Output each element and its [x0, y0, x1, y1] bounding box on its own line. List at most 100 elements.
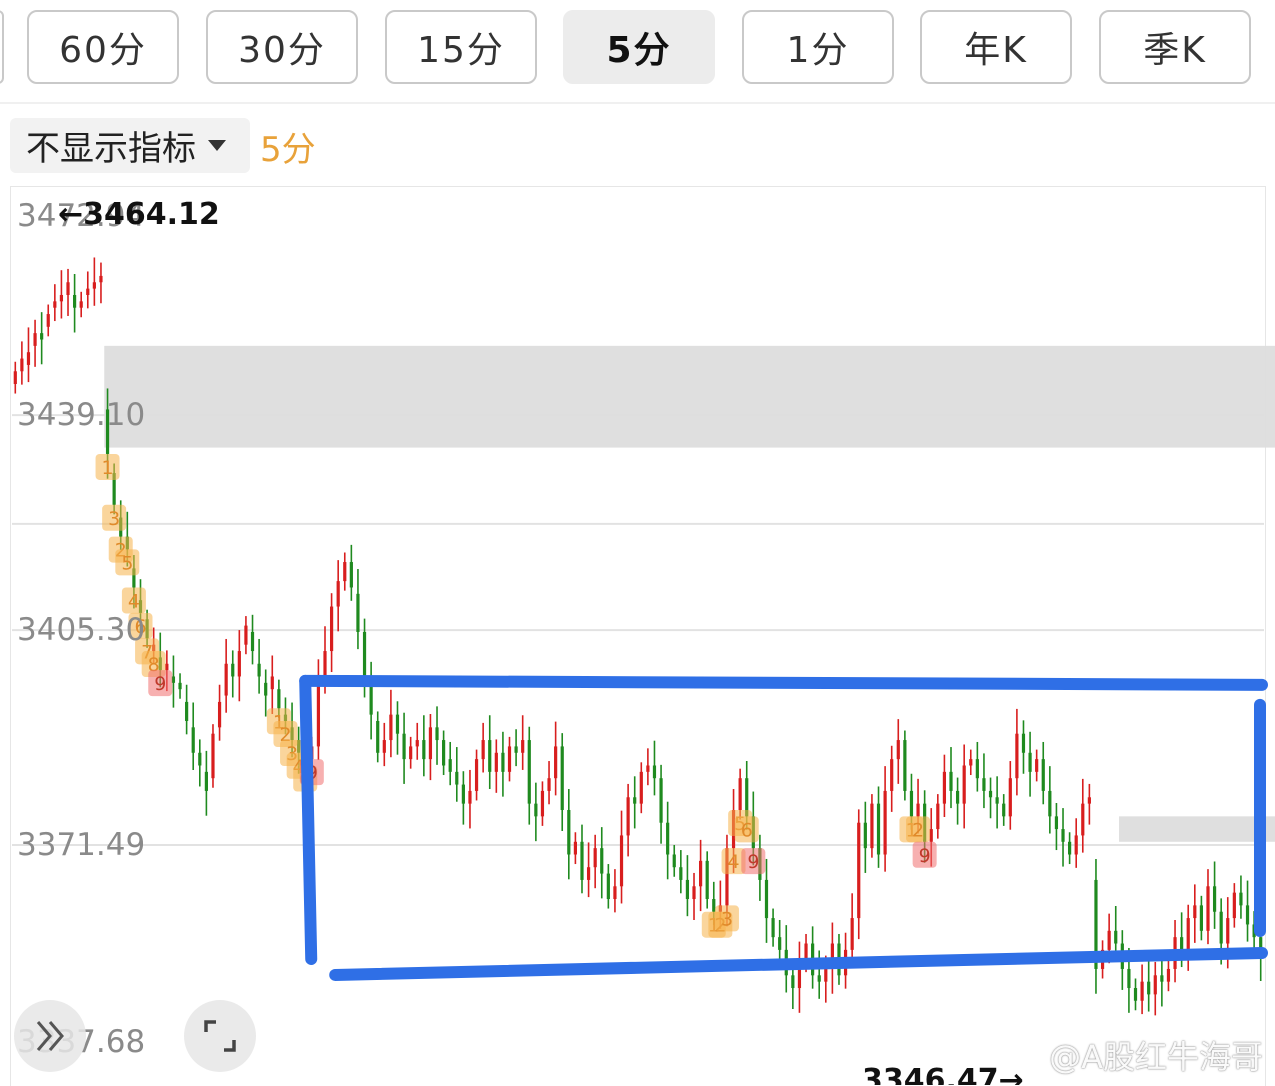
candle-down — [461, 771, 465, 825]
candle-up — [99, 262, 103, 304]
candle-body — [376, 720, 380, 753]
candle-body — [1048, 790, 1052, 817]
candle-body — [929, 829, 933, 842]
td-marker-label: 6 — [741, 819, 753, 841]
candle-body — [198, 752, 202, 766]
candle-body — [1035, 759, 1039, 772]
candle-down — [501, 731, 505, 797]
candle-body — [277, 689, 281, 709]
candle-down — [1021, 720, 1026, 774]
candle-body — [560, 746, 564, 810]
candle-body — [264, 682, 268, 696]
candle-body — [521, 740, 525, 753]
td-marker-label: 9 — [919, 845, 931, 867]
td-marker-label: 4 — [728, 851, 740, 873]
candle-body — [481, 740, 485, 760]
candle-down — [402, 712, 406, 784]
candle-body — [343, 562, 347, 582]
candle-body — [699, 860, 703, 887]
candle-body — [73, 294, 77, 308]
y-tick-label: 3439.10 — [17, 397, 145, 433]
candle-body — [428, 727, 433, 760]
candle-up — [468, 769, 472, 829]
candle-body — [883, 790, 887, 855]
candle-body — [270, 676, 274, 690]
high-price-label: ←3464.12 — [58, 197, 220, 232]
candle-body — [13, 371, 17, 385]
low-price-label: 3346.47→ — [862, 1063, 1024, 1085]
candle-body — [494, 752, 498, 772]
candle-body — [764, 879, 769, 919]
candle-body — [1041, 759, 1045, 791]
candle-up — [619, 810, 624, 904]
candle-down — [534, 782, 538, 842]
candle-up — [79, 291, 83, 318]
candle-body — [415, 740, 419, 747]
candle-body — [903, 740, 907, 791]
candle-body — [863, 822, 867, 849]
candle-body — [1226, 918, 1230, 944]
candle-up — [494, 739, 498, 793]
candle-down — [903, 730, 907, 801]
candle-up — [586, 842, 591, 898]
candle-down — [560, 733, 564, 831]
candle-body — [1153, 975, 1157, 995]
candle-body — [870, 803, 874, 849]
candle-up — [481, 722, 485, 773]
candle-up — [336, 560, 340, 632]
candle-body — [890, 759, 894, 791]
candle-body — [1061, 829, 1065, 842]
candle-down — [264, 669, 268, 717]
candle-body — [395, 714, 400, 734]
candle-down — [1245, 880, 1250, 942]
candle-body — [402, 733, 406, 760]
candle-body — [942, 771, 947, 804]
candle-up — [20, 341, 24, 385]
y-axis-labels: 3472.943439.103405.303371.493337.68 — [17, 198, 145, 1060]
candle-up — [936, 794, 940, 839]
kline-chart[interactable]: 1325467891234691234569129 3472.943439.10… — [0, 0, 1275, 1085]
candle-up — [428, 713, 433, 781]
candle-up — [857, 809, 861, 940]
candle-body — [580, 841, 584, 880]
candle-body — [474, 759, 479, 791]
candle-body — [20, 358, 24, 372]
candle-up — [474, 749, 479, 801]
candle-body — [626, 797, 630, 836]
range-top-line — [299, 674, 1268, 691]
candle-body — [876, 803, 881, 855]
candle-up — [343, 552, 347, 591]
candle-body — [666, 822, 670, 855]
candle-down — [448, 741, 452, 786]
candle-up — [692, 872, 696, 920]
fullscreen-button[interactable] — [184, 1000, 256, 1072]
candle-down — [982, 753, 986, 809]
candle-body — [501, 752, 505, 772]
candle-body — [606, 873, 610, 900]
candle-down — [455, 747, 459, 802]
candle-down — [1133, 978, 1138, 1011]
candle-body — [1160, 975, 1164, 982]
candle-down — [1048, 766, 1052, 834]
y-tick-label: 3371.49 — [17, 827, 145, 863]
candle-body — [692, 886, 696, 900]
candle-up — [33, 319, 37, 367]
candle-up — [415, 722, 419, 760]
candle-body — [1199, 905, 1203, 931]
candle-body — [369, 682, 373, 715]
candle-up — [1074, 818, 1078, 868]
candle-body — [1166, 968, 1171, 982]
candle-body — [705, 860, 709, 900]
candle-up — [224, 638, 228, 713]
candle-up — [270, 655, 274, 714]
candle-body — [507, 746, 512, 772]
expand-sidebar-button[interactable] — [14, 1000, 86, 1072]
candle-body — [92, 282, 96, 289]
candle-body — [652, 765, 657, 779]
candle-body — [619, 835, 624, 887]
candle-body — [59, 294, 64, 302]
candle-body — [1133, 988, 1138, 1001]
candle-body — [909, 790, 914, 817]
candle-up — [969, 749, 973, 776]
candle-down — [1054, 803, 1059, 851]
